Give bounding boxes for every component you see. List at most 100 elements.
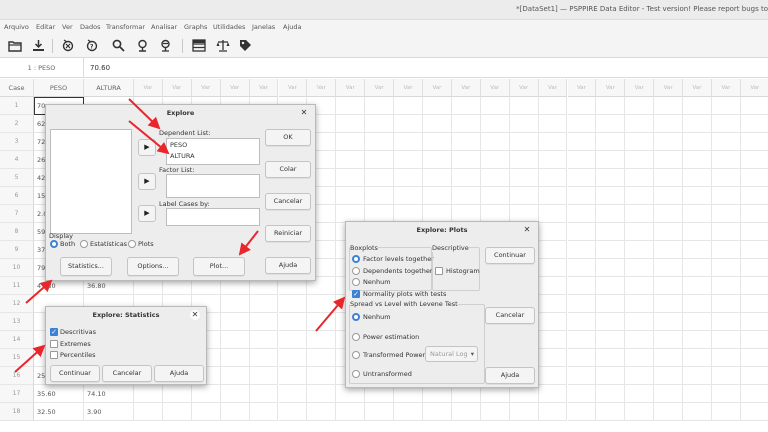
empty-cell[interactable]	[191, 385, 221, 403]
empty-cell[interactable]	[683, 277, 712, 295]
empty-cell[interactable]	[336, 169, 366, 187]
untransformed-radio[interactable]	[352, 370, 360, 378]
empty-cell[interactable]	[394, 115, 423, 133]
empty-cell[interactable]	[538, 115, 568, 133]
help-button[interactable]: Ajuda	[265, 257, 311, 274]
empty-cell[interactable]	[220, 367, 250, 385]
empty-cell[interactable]	[538, 259, 568, 277]
cancel-button[interactable]: Cancelar	[485, 307, 535, 324]
row-number[interactable]: 15	[0, 349, 34, 367]
empty-cell[interactable]	[423, 97, 452, 115]
empty-cell[interactable]	[625, 295, 655, 313]
row-number[interactable]: 17	[0, 385, 34, 403]
empty-cell[interactable]	[712, 223, 741, 241]
empty-cell[interactable]	[538, 169, 568, 187]
row-number[interactable]: 18	[0, 403, 34, 421]
open-file-icon[interactable]	[6, 37, 23, 54]
empty-cell[interactable]	[625, 133, 655, 151]
empty-cell[interactable]	[538, 277, 568, 295]
empty-cell[interactable]	[567, 259, 597, 277]
move-to-label-button[interactable]: ▶	[138, 205, 156, 222]
empty-cell[interactable]	[220, 385, 250, 403]
empty-cell[interactable]	[394, 133, 423, 151]
close-icon[interactable]: ✕	[522, 225, 532, 235]
dependent-item[interactable]: PESO	[170, 141, 187, 149]
empty-cell[interactable]	[567, 97, 597, 115]
empty-cell[interactable]	[740, 187, 768, 205]
empty-cell[interactable]	[394, 403, 423, 421]
empty-cell[interactable]	[249, 403, 279, 421]
empty-cell[interactable]	[712, 115, 741, 133]
empty-cell[interactable]	[712, 313, 741, 331]
empty-variable-header[interactable]: Var	[191, 79, 221, 97]
boxplot-none-radio[interactable]	[352, 278, 360, 286]
empty-cell[interactable]	[625, 169, 655, 187]
menu-janelas[interactable]: Janelas	[252, 23, 275, 31]
empty-cell[interactable]	[683, 313, 712, 331]
empty-cell[interactable]	[712, 367, 741, 385]
empty-cell[interactable]	[683, 187, 712, 205]
empty-cell[interactable]	[567, 277, 597, 295]
empty-cell[interactable]	[712, 259, 741, 277]
empty-cell[interactable]	[538, 385, 568, 403]
empty-cell[interactable]	[278, 367, 308, 385]
continue-button[interactable]: Continuar	[485, 247, 535, 264]
empty-cell[interactable]	[625, 115, 655, 133]
empty-variable-header[interactable]: Var	[596, 79, 626, 97]
factor-levels-radio[interactable]	[352, 255, 360, 263]
dependent-list[interactable]: PESO ALTURA	[166, 138, 260, 165]
empty-cell[interactable]	[336, 403, 366, 421]
empty-cell[interactable]	[712, 205, 741, 223]
ok-button[interactable]: OK	[265, 129, 311, 146]
empty-cell[interactable]	[567, 241, 597, 259]
empty-cell[interactable]	[249, 295, 279, 313]
empty-cell[interactable]	[740, 169, 768, 187]
menu-dados[interactable]: Dados	[80, 23, 100, 31]
empty-cell[interactable]	[249, 349, 279, 367]
empty-cell[interactable]	[509, 403, 539, 421]
empty-cell[interactable]	[365, 151, 395, 169]
empty-variable-header[interactable]: Var	[480, 79, 510, 97]
empty-cell[interactable]	[249, 385, 279, 403]
continue-button[interactable]: Continuar	[50, 365, 100, 382]
row-number[interactable]: 10	[0, 259, 34, 277]
insert-case-icon[interactable]	[134, 37, 151, 54]
empty-cell[interactable]	[538, 331, 568, 349]
empty-cell[interactable]	[625, 223, 655, 241]
close-icon[interactable]: ✕	[190, 310, 200, 320]
menu-editar[interactable]: Editar	[36, 23, 55, 31]
empty-variable-header[interactable]: Var	[567, 79, 597, 97]
empty-cell[interactable]	[220, 403, 250, 421]
empty-cell[interactable]	[509, 187, 539, 205]
goto-variable-icon[interactable]: ?	[84, 37, 101, 54]
empty-cell[interactable]	[740, 367, 768, 385]
empty-cell[interactable]	[567, 331, 597, 349]
empty-cell[interactable]	[654, 385, 684, 403]
statistics-button[interactable]: Statistics...	[60, 257, 112, 276]
empty-cell[interactable]	[365, 169, 395, 187]
empty-variable-header[interactable]: Var	[336, 79, 366, 97]
empty-cell[interactable]	[625, 187, 655, 205]
empty-variable-header[interactable]: Var	[134, 79, 163, 97]
empty-cell[interactable]	[134, 403, 163, 421]
empty-cell[interactable]	[596, 169, 626, 187]
help-button[interactable]: Ajuda	[154, 365, 204, 382]
column-header-peso[interactable]: PESO	[34, 79, 84, 97]
empty-cell[interactable]	[336, 97, 366, 115]
row-number[interactable]: 1	[0, 97, 34, 115]
empty-variable-header[interactable]: Var	[423, 79, 452, 97]
menu-transformar[interactable]: Transformar	[106, 23, 145, 31]
empty-cell[interactable]	[712, 349, 741, 367]
empty-cell[interactable]	[567, 223, 597, 241]
empty-variable-header[interactable]: Var	[740, 79, 768, 97]
empty-variable-header[interactable]: Var	[654, 79, 684, 97]
empty-cell[interactable]	[740, 331, 768, 349]
empty-cell[interactable]	[423, 133, 452, 151]
empty-variable-header[interactable]: Var	[538, 79, 568, 97]
display-statistics-radio[interactable]	[80, 240, 88, 248]
empty-cell[interactable]	[480, 187, 510, 205]
insert-variable-icon[interactable]	[157, 37, 174, 54]
empty-cell[interactable]	[596, 187, 626, 205]
empty-cell[interactable]	[451, 187, 481, 205]
empty-cell[interactable]	[538, 313, 568, 331]
